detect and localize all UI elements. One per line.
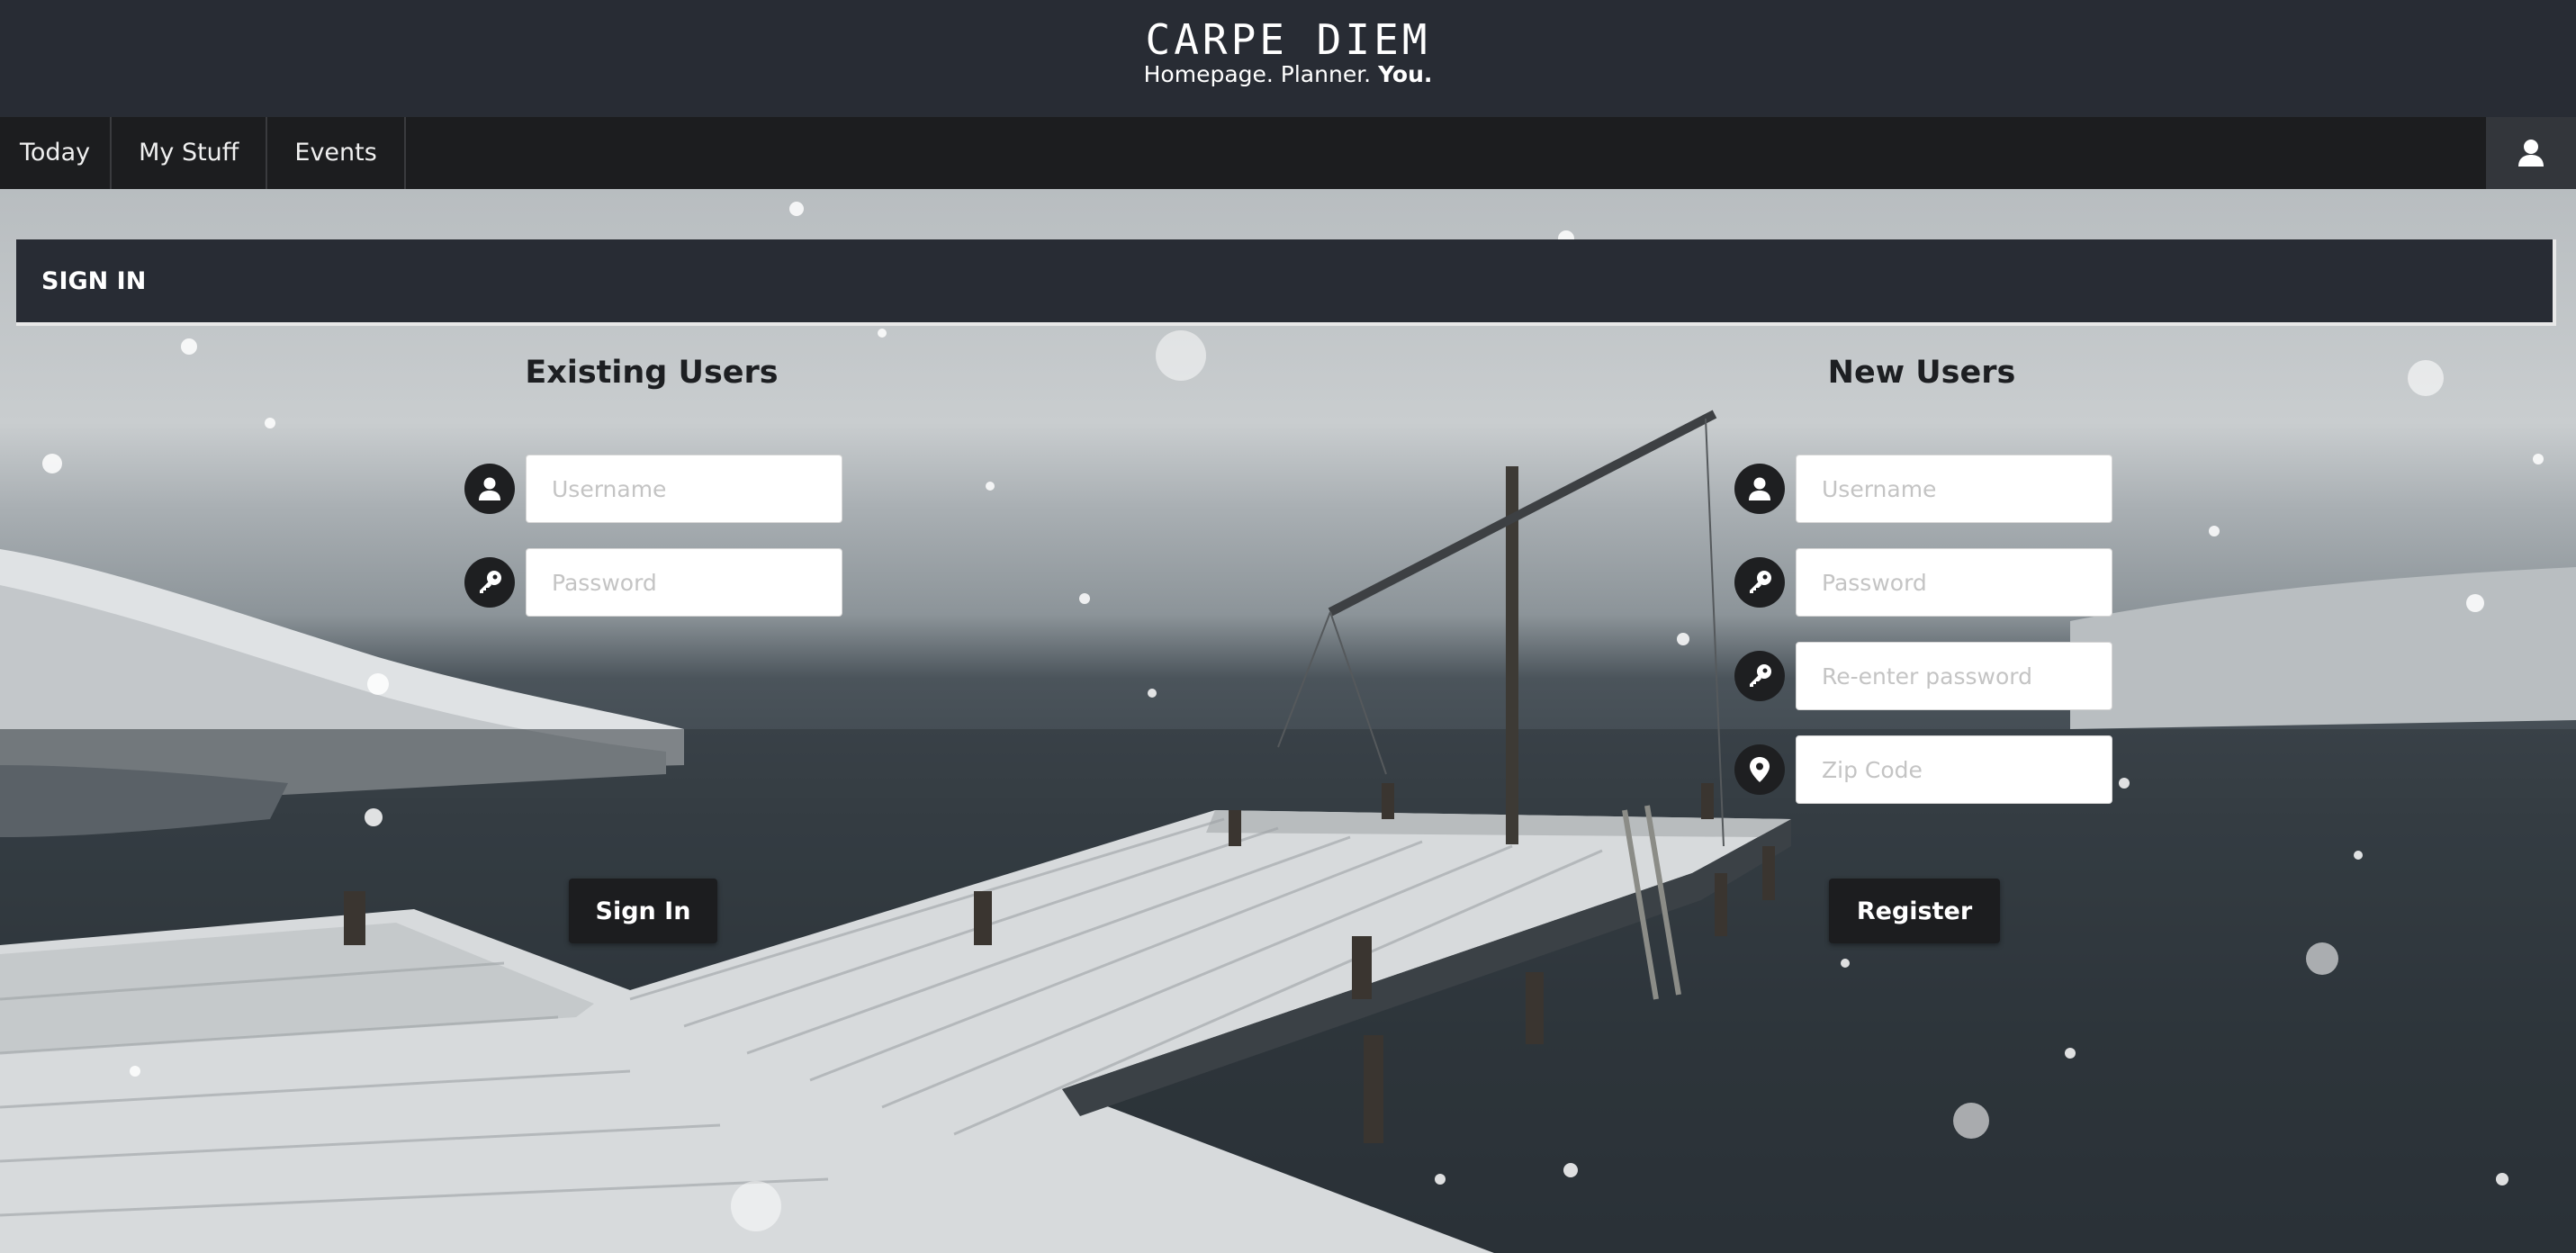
- new-username-input[interactable]: [1796, 455, 2112, 523]
- new-username-row: [1734, 455, 2112, 523]
- tagline-emphasis: You.: [1378, 61, 1433, 87]
- existing-password-row: [464, 548, 842, 617]
- key-icon: [1734, 651, 1785, 701]
- nav-item-today[interactable]: Today: [0, 117, 113, 189]
- nav-item-events[interactable]: Events: [267, 117, 406, 189]
- new-password-row: [1734, 548, 2112, 617]
- reenter-password-input[interactable]: [1796, 642, 2112, 710]
- user-icon: [464, 464, 515, 514]
- site-header: CARPE DIEM Homepage. Planner. You.: [0, 0, 2576, 117]
- account-button[interactable]: [2486, 117, 2576, 189]
- key-icon: [464, 557, 515, 608]
- new-password-input[interactable]: [1796, 548, 2112, 617]
- brand-logo[interactable]: CARPE DIEM: [0, 16, 2576, 63]
- existing-username-input[interactable]: [526, 455, 842, 523]
- existing-users-heading: Existing Users: [525, 355, 779, 391]
- main-nav: Today My Stuff Events: [0, 117, 2576, 189]
- signin-panel-header: SIGN IN: [16, 239, 2556, 326]
- background-photo: [0, 189, 2576, 1253]
- reenter-password-row: [1734, 642, 2112, 710]
- existing-username-row: [464, 455, 842, 523]
- zip-code-input[interactable]: [1796, 735, 2112, 804]
- map-pin-icon: [1734, 744, 1785, 795]
- tagline-text: Homepage. Planner.: [1143, 61, 1372, 87]
- register-button[interactable]: Register: [1829, 879, 2000, 943]
- user-icon: [1734, 464, 1785, 514]
- sign-in-button[interactable]: Sign In: [569, 879, 717, 943]
- user-icon: [2518, 140, 2544, 167]
- existing-password-input[interactable]: [526, 548, 842, 617]
- zip-code-row: [1734, 735, 2112, 804]
- snowy-pier-scene: [0, 202, 2576, 1253]
- nav-item-my-stuff[interactable]: My Stuff: [112, 117, 268, 189]
- key-icon: [1734, 557, 1785, 608]
- new-users-heading: New Users: [1827, 355, 2016, 391]
- tagline: Homepage. Planner. You.: [0, 61, 2576, 88]
- signin-title: SIGN IN: [41, 267, 147, 295]
